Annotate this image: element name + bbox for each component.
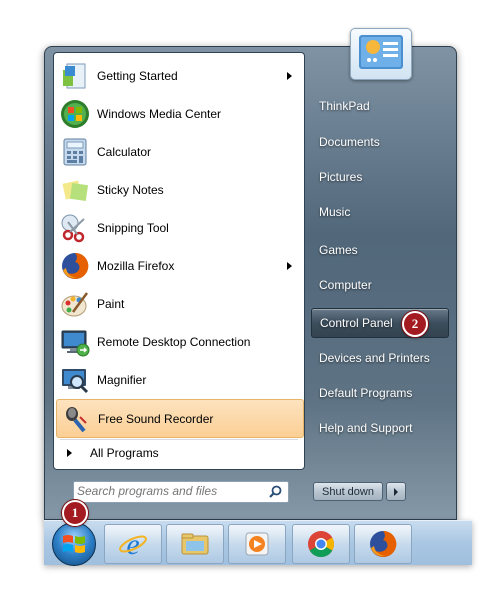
program-calculator[interactable]: Calculator (56, 133, 302, 170)
program-magnifier[interactable]: Magnifier (56, 361, 302, 398)
svg-text:e: e (126, 528, 139, 560)
separator (60, 439, 298, 440)
media-player-icon (245, 532, 269, 556)
microphone-icon (60, 403, 92, 435)
chrome-icon (308, 531, 335, 558)
user-picture-tile[interactable] (350, 28, 412, 80)
paint-icon (59, 288, 91, 320)
taskbar-internet-explorer[interactable]: e (104, 524, 162, 564)
user-picture-icon (359, 35, 403, 69)
program-free-sound-recorder[interactable]: Free Sound Recorder (56, 399, 304, 438)
taskbar-media-player[interactable] (228, 524, 286, 564)
firefox-icon (370, 530, 397, 557)
right-item-pictures[interactable]: Pictures (311, 162, 449, 192)
shutdown-button[interactable]: Shut down (313, 482, 383, 501)
search-input[interactable] (74, 482, 262, 500)
right-item-documents[interactable]: Documents (311, 127, 449, 157)
all-programs-link[interactable]: All Programs (56, 441, 302, 465)
start-button[interactable] (52, 522, 96, 566)
program-windows-media-center[interactable]: Windows Media Center (56, 95, 302, 132)
magnifier-icon (59, 364, 91, 396)
callout-badge-2: 2 (402, 311, 428, 337)
calculator-icon (59, 136, 91, 168)
program-sticky-notes[interactable]: Sticky Notes (56, 171, 302, 208)
taskbar-firefox[interactable] (354, 524, 412, 564)
search-icon[interactable] (269, 485, 282, 498)
callout-badge-1: 1 (62, 500, 88, 526)
firefox-icon (59, 250, 91, 282)
windows-media-center-icon (59, 98, 91, 130)
windows-explorer-icon (181, 533, 209, 555)
right-item-help-and-support[interactable]: Help and Support (311, 413, 449, 443)
shutdown-options-button[interactable] (386, 482, 406, 501)
right-item-control-panel[interactable]: Control Panel (311, 308, 449, 338)
program-paint[interactable]: Paint (56, 285, 302, 322)
remote-desktop-icon (59, 326, 91, 358)
getting-started-icon (59, 60, 91, 92)
right-item-music[interactable]: Music (311, 197, 449, 227)
right-item-thinkpad[interactable]: ThinkPad (311, 91, 449, 121)
search-box[interactable] (73, 481, 289, 503)
chevron-right-icon (394, 487, 398, 496)
windows-logo-icon (63, 535, 85, 553)
program-getting-started[interactable]: Getting Started (56, 57, 302, 94)
all-programs-arrow-icon (67, 449, 72, 457)
sticky-notes-icon (59, 174, 91, 206)
right-item-games[interactable]: Games (311, 235, 449, 265)
taskbar-chrome[interactable] (292, 524, 350, 564)
program-snipping-tool[interactable]: Snipping Tool (56, 209, 302, 246)
right-item-computer[interactable]: Computer (311, 270, 449, 300)
right-item-devices-and-printers[interactable]: Devices and Printers (311, 343, 449, 373)
programs-pane: Getting Started Windows Media Center Cal… (53, 52, 305, 470)
program-mozilla-firefox[interactable]: Mozilla Firefox (56, 247, 302, 284)
snipping-tool-icon (59, 212, 91, 244)
taskbar-windows-explorer[interactable] (166, 524, 224, 564)
internet-explorer-icon: e (119, 528, 147, 560)
program-remote-desktop-connection[interactable]: Remote Desktop Connection (56, 323, 302, 360)
right-item-default-programs[interactable]: Default Programs (311, 378, 449, 408)
submenu-arrow-icon[interactable] (287, 71, 292, 80)
submenu-arrow-icon[interactable] (287, 261, 292, 270)
